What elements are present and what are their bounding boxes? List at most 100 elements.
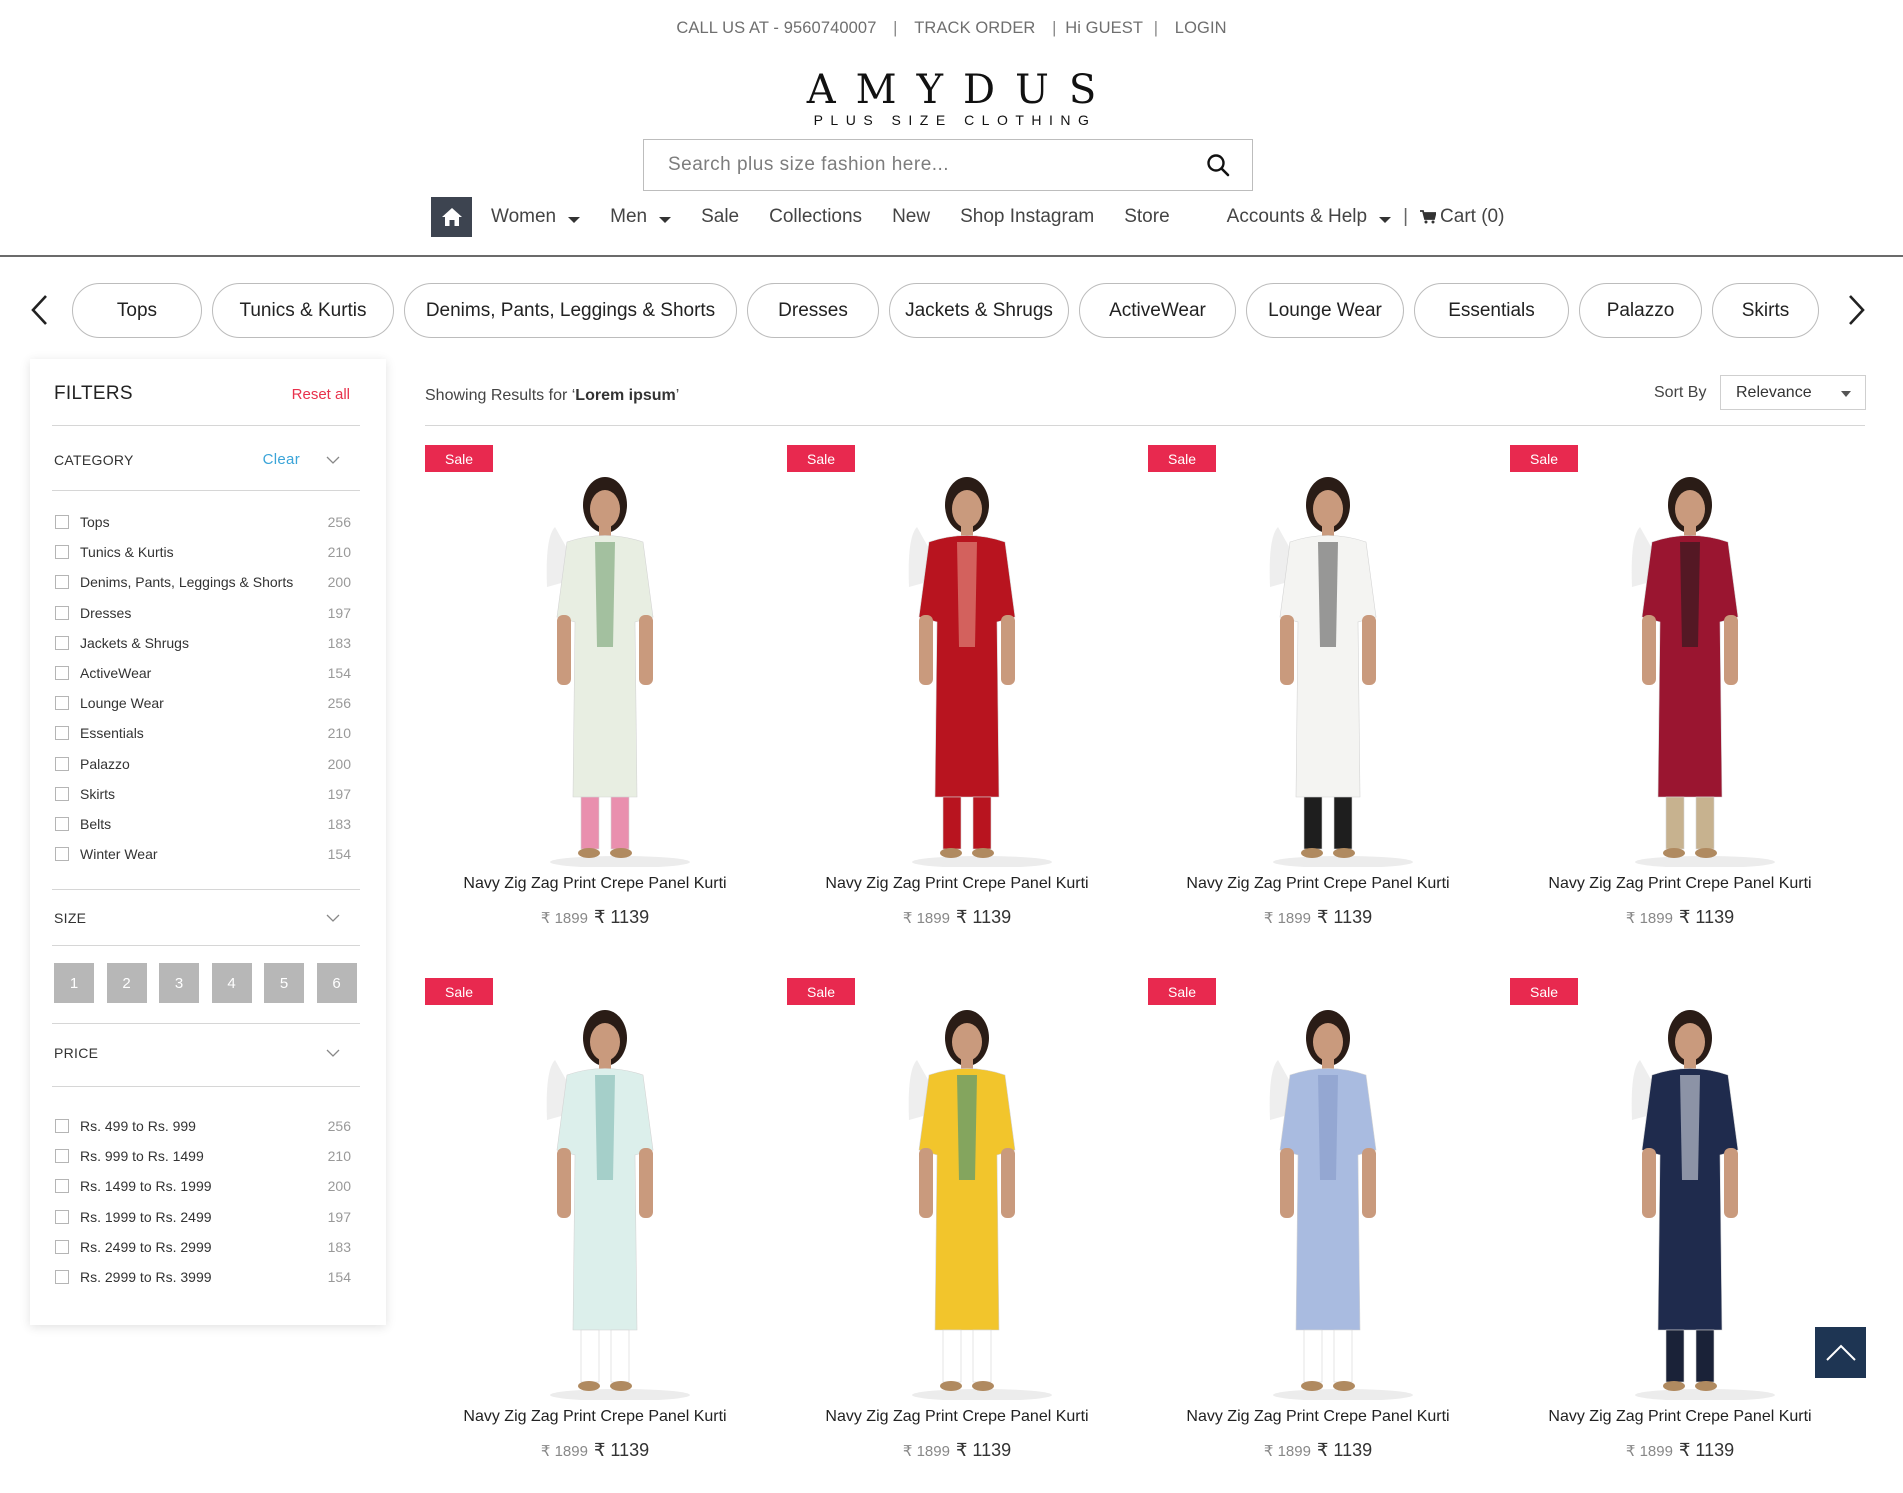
product-card[interactable]: Sale Navy Zig Zag Print Crepe Panel Kurti… xyxy=(787,978,1127,1493)
checkbox[interactable] xyxy=(55,545,69,560)
price-filter-option[interactable]: Rs. 1999 to Rs. 2499 197 xyxy=(55,1202,351,1232)
product-image[interactable] xyxy=(1208,467,1448,867)
product-name[interactable]: Navy Zig Zag Print Crepe Panel Kurti xyxy=(787,1408,1127,1426)
checkbox[interactable] xyxy=(55,1270,69,1285)
price-filter-header[interactable]: PRICE xyxy=(54,1045,340,1061)
category-filter-option[interactable]: ActiveWear 154 xyxy=(55,658,351,688)
checkbox[interactable] xyxy=(55,786,69,801)
category-filter-option[interactable]: Dresses 197 xyxy=(55,598,351,628)
chevron-left-icon[interactable] xyxy=(27,292,53,328)
category-pill-tunics-kurtis[interactable]: Tunics & Kurtis xyxy=(212,283,394,338)
size-option[interactable]: 6 xyxy=(316,963,357,1003)
checkbox[interactable] xyxy=(55,666,69,681)
product-image[interactable] xyxy=(1208,1000,1448,1400)
product-image[interactable] xyxy=(847,1000,1087,1400)
category-filter-option[interactable]: Denims, Pants, Leggings & Shorts 200 xyxy=(55,567,351,597)
category-filter-option[interactable]: Lounge Wear 256 xyxy=(55,688,351,718)
product-name[interactable]: Navy Zig Zag Print Crepe Panel Kurti xyxy=(425,1408,765,1426)
product-name[interactable]: Navy Zig Zag Print Crepe Panel Kurti xyxy=(425,875,765,893)
product-image[interactable] xyxy=(1570,467,1810,867)
category-pill-dresses[interactable]: Dresses xyxy=(747,283,879,338)
checkbox[interactable] xyxy=(55,756,69,771)
category-pill-skirts[interactable]: Skirts xyxy=(1712,283,1819,338)
checkbox[interactable] xyxy=(55,605,69,620)
search-icon[interactable] xyxy=(1206,153,1230,177)
size-option[interactable]: 1 xyxy=(54,963,94,1003)
price-filter-option[interactable]: Rs. 2999 to Rs. 3999 154 xyxy=(55,1262,351,1292)
chevron-right-icon[interactable] xyxy=(1843,292,1869,328)
category-filter-option[interactable]: Jackets & Shrugs 183 xyxy=(55,628,351,658)
checkbox[interactable] xyxy=(55,1239,69,1254)
category-filter-header[interactable]: CATEGORY Clear xyxy=(54,451,340,468)
price-filter-option[interactable]: Rs. 1499 to Rs. 1999 200 xyxy=(55,1171,351,1201)
category-pill-essentials[interactable]: Essentials xyxy=(1414,283,1569,338)
category-filter-option[interactable]: Essentials 210 xyxy=(55,718,351,748)
category-filter-option[interactable]: Winter Wear 154 xyxy=(55,839,351,869)
nav-sale[interactable]: Sale xyxy=(701,206,739,228)
category-pill-jackets[interactable]: Jackets & Shrugs xyxy=(889,283,1069,338)
nav-store[interactable]: Store xyxy=(1124,206,1169,228)
checkbox[interactable] xyxy=(55,515,69,530)
checkbox[interactable] xyxy=(55,726,69,741)
product-name[interactable]: Navy Zig Zag Print Crepe Panel Kurti xyxy=(787,875,1127,893)
login-link[interactable]: LOGIN xyxy=(1175,19,1227,38)
product-name[interactable]: Navy Zig Zag Print Crepe Panel Kurti xyxy=(1148,1408,1488,1426)
checkbox[interactable] xyxy=(55,575,69,590)
category-filter-option[interactable]: Skirts 197 xyxy=(55,779,351,809)
product-card[interactable]: Sale Navy Zig Zag Print Crepe Panel Kurti… xyxy=(1510,445,1850,960)
nav-new[interactable]: New xyxy=(892,206,930,228)
brand-logo[interactable]: AMYDUS PLUS SIZE CLOTHING xyxy=(0,70,1903,128)
category-pill-palazzo[interactable]: Palazzo xyxy=(1579,283,1702,338)
product-card[interactable]: Sale Navy Zig Zag Print Crepe Panel Kurti… xyxy=(1148,445,1488,960)
product-image[interactable] xyxy=(485,1000,725,1400)
size-option[interactable]: 5 xyxy=(264,963,304,1003)
product-image[interactable] xyxy=(1570,1000,1810,1400)
category-clear-link[interactable]: Clear xyxy=(263,451,300,468)
nav-collections[interactable]: Collections xyxy=(769,206,862,228)
category-filter-option[interactable]: Belts 183 xyxy=(55,809,351,839)
search-input[interactable] xyxy=(644,140,1164,190)
back-to-top-button[interactable] xyxy=(1815,1327,1866,1378)
sort-by-select[interactable]: Relevance xyxy=(1720,375,1866,410)
product-image[interactable] xyxy=(847,467,1087,867)
checkbox[interactable] xyxy=(55,696,69,711)
checkbox[interactable] xyxy=(55,1179,69,1194)
track-order-link[interactable]: TRACK ORDER xyxy=(914,19,1035,38)
nav-women[interactable]: Women xyxy=(491,206,581,228)
nav-men[interactable]: Men xyxy=(610,206,672,228)
checkbox[interactable] xyxy=(55,1149,69,1164)
size-option[interactable]: 4 xyxy=(211,963,252,1003)
price-filter-option[interactable]: Rs. 999 to Rs. 1499 210 xyxy=(55,1141,351,1171)
category-pill-lounge-wear[interactable]: Lounge Wear xyxy=(1246,283,1404,338)
product-card[interactable]: Sale Navy Zig Zag Print Crepe Panel Kurti… xyxy=(425,978,765,1493)
product-card[interactable]: Sale Navy Zig Zag Print Crepe Panel Kurti… xyxy=(425,445,765,960)
category-pill-tops[interactable]: Tops xyxy=(72,283,202,338)
reset-all-link[interactable]: Reset all xyxy=(292,386,350,405)
nav-accounts-help[interactable]: Accounts & Help xyxy=(1227,206,1392,228)
nav-shop-instagram[interactable]: Shop Instagram xyxy=(960,206,1094,228)
checkbox[interactable] xyxy=(55,635,69,650)
category-filter-option[interactable]: Tops 256 xyxy=(55,507,351,537)
price-filter-option[interactable]: Rs. 499 to Rs. 999 256 xyxy=(55,1111,351,1141)
cart-link[interactable]: Cart (0) xyxy=(1420,206,1504,228)
product-name[interactable]: Navy Zig Zag Print Crepe Panel Kurti xyxy=(1148,875,1488,893)
size-option[interactable]: 3 xyxy=(159,963,199,1003)
category-filter-option[interactable]: Tunics & Kurtis 210 xyxy=(55,537,351,567)
checkbox[interactable] xyxy=(55,847,69,862)
home-button[interactable] xyxy=(431,197,472,237)
product-name[interactable]: Navy Zig Zag Print Crepe Panel Kurti xyxy=(1510,1408,1850,1426)
size-filter-header[interactable]: SIZE xyxy=(54,910,340,926)
category-pill-activewear[interactable]: ActiveWear xyxy=(1079,283,1236,338)
checkbox[interactable] xyxy=(55,1119,69,1134)
price-filter-option[interactable]: Rs. 2499 to Rs. 2999 183 xyxy=(55,1232,351,1262)
category-pill-denims[interactable]: Denims, Pants, Leggings & Shorts xyxy=(404,283,737,338)
category-filter-option[interactable]: Palazzo 200 xyxy=(55,749,351,779)
checkbox[interactable] xyxy=(55,816,69,831)
product-image[interactable] xyxy=(485,467,725,867)
product-card[interactable]: Sale Navy Zig Zag Print Crepe Panel Kurti… xyxy=(1510,978,1850,1493)
checkbox[interactable] xyxy=(55,1209,69,1224)
size-option[interactable]: 2 xyxy=(106,963,147,1003)
product-card[interactable]: Sale Navy Zig Zag Print Crepe Panel Kurti… xyxy=(1148,978,1488,1493)
product-card[interactable]: Sale Navy Zig Zag Print Crepe Panel Kurti… xyxy=(787,445,1127,960)
product-name[interactable]: Navy Zig Zag Print Crepe Panel Kurti xyxy=(1510,875,1850,893)
